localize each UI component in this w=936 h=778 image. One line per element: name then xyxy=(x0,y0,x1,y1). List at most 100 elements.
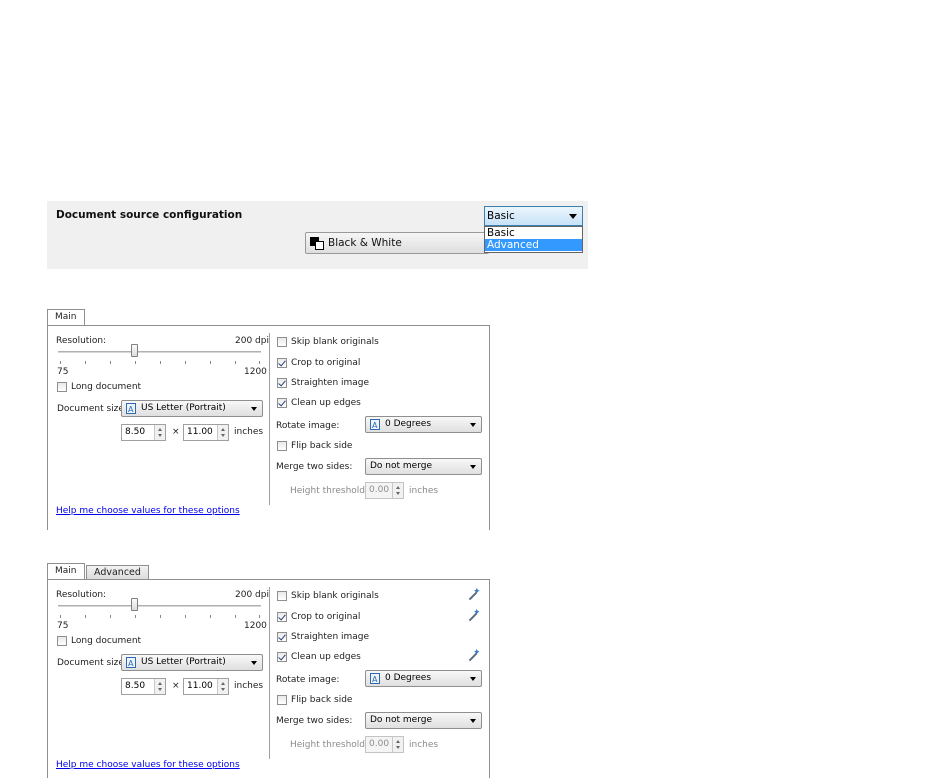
crop-label: Crop to original xyxy=(291,612,361,622)
slider-tick xyxy=(110,361,111,364)
tab-main[interactable]: Main xyxy=(47,309,85,326)
merge-select[interactable]: Do not merge xyxy=(365,712,482,729)
mode-dropdown-list: Basic Advanced xyxy=(484,226,583,253)
slider-max-label: 1200 xyxy=(244,367,267,377)
tab-main[interactable]: Main xyxy=(47,563,85,580)
document-size-value: US Letter (Portrait) xyxy=(141,657,226,667)
long-document-label: Long document xyxy=(71,636,142,646)
stepper-buttons[interactable] xyxy=(154,425,165,440)
width-stepper[interactable]: 8.50 xyxy=(121,424,166,441)
straighten-label: Straighten image xyxy=(291,378,370,388)
document-size-select[interactable]: US Letter (Portrait) xyxy=(121,654,263,671)
color-mode-button[interactable]: Black & White xyxy=(305,232,489,254)
height-threshold-stepper[interactable]: 0.00 xyxy=(365,482,404,499)
crop-checkbox[interactable] xyxy=(277,358,287,368)
rotate-select[interactable]: 0 Degrees xyxy=(365,416,482,433)
threshold-units-label: inches xyxy=(409,486,439,496)
rotate-select[interactable]: 0 Degrees xyxy=(365,670,482,687)
magic-wand-icon[interactable]: ✦ xyxy=(466,648,481,664)
config-title: Document source configuration xyxy=(56,209,243,221)
flip-back-checkbox[interactable] xyxy=(277,441,287,451)
stepper-buttons[interactable] xyxy=(154,679,165,694)
slider-tick xyxy=(185,615,186,618)
clean-edges-label: Clean up edges xyxy=(291,398,361,408)
mode-option-advanced[interactable]: Advanced xyxy=(485,239,582,251)
straighten-checkbox[interactable] xyxy=(277,378,287,388)
mode-option-basic[interactable]: Basic xyxy=(485,227,582,239)
slider-tick xyxy=(210,361,211,364)
stepper-buttons[interactable] xyxy=(217,425,228,440)
rotate-label: Rotate image: xyxy=(276,421,340,431)
chevron-down-icon xyxy=(470,423,476,427)
straighten-label: Straighten image xyxy=(291,632,370,642)
merge-label: Merge two sides: xyxy=(276,716,353,726)
height-stepper[interactable]: 11.00 xyxy=(183,424,229,441)
resolution-slider-thumb[interactable] xyxy=(131,344,138,357)
help-link[interactable]: Help me choose values for these options xyxy=(56,506,240,516)
rotate-label: Rotate image: xyxy=(276,675,340,685)
document-icon xyxy=(370,418,380,433)
height-threshold-label: Height threshold: xyxy=(290,486,369,496)
document-size-select[interactable]: US Letter (Portrait) xyxy=(121,400,263,417)
slider-tick xyxy=(185,361,186,364)
document-size-label: Document size: xyxy=(57,404,127,414)
stepper-buttons[interactable] xyxy=(392,737,403,752)
crop-label: Crop to original xyxy=(291,358,361,368)
column-divider xyxy=(269,333,270,505)
straighten-checkbox[interactable] xyxy=(277,632,287,642)
chevron-down-icon xyxy=(470,719,476,723)
mode-select-value: Basic xyxy=(487,210,515,222)
long-document-checkbox[interactable] xyxy=(57,636,67,646)
stepper-buttons[interactable] xyxy=(392,483,403,498)
slider-tick xyxy=(85,615,86,618)
long-document-checkbox[interactable] xyxy=(57,382,67,392)
width-value: 8.50 xyxy=(125,681,146,691)
merge-select[interactable]: Do not merge xyxy=(365,458,482,475)
height-stepper[interactable]: 11.00 xyxy=(183,678,229,695)
flip-back-label: Flip back side xyxy=(291,695,353,705)
skip-blank-label: Skip blank originals xyxy=(291,337,379,347)
skip-blank-label: Skip blank originals xyxy=(291,591,379,601)
resolution-label: Resolution: xyxy=(56,590,107,600)
slider-tick xyxy=(135,615,136,618)
tab-advanced[interactable]: Advanced xyxy=(86,565,149,580)
document-icon xyxy=(126,402,136,417)
chevron-down-icon xyxy=(251,407,257,411)
clean-edges-checkbox[interactable] xyxy=(277,398,287,408)
skip-blank-checkbox[interactable] xyxy=(277,337,287,347)
help-link[interactable]: Help me choose values for these options xyxy=(56,760,240,770)
slider-tick xyxy=(259,361,260,364)
flip-back-checkbox[interactable] xyxy=(277,695,287,705)
resolution-slider-track[interactable] xyxy=(58,605,261,607)
clean-edges-checkbox[interactable] xyxy=(277,652,287,662)
chevron-down-icon xyxy=(470,465,476,469)
black-white-icon xyxy=(310,237,324,250)
document-size-value: US Letter (Portrait) xyxy=(141,403,226,413)
magic-wand-icon[interactable]: ✦ xyxy=(466,587,481,603)
magic-wand-icon[interactable]: ✦ xyxy=(466,608,481,624)
slider-tick xyxy=(160,615,161,618)
height-threshold-stepper[interactable]: 0.00 xyxy=(365,736,404,753)
slider-tick xyxy=(160,361,161,364)
slider-tick xyxy=(259,615,260,618)
document-icon xyxy=(126,656,136,671)
slider-tick xyxy=(110,615,111,618)
mode-select[interactable]: Basic xyxy=(484,206,583,226)
resolution-value: 200 dpi xyxy=(235,590,269,600)
threshold-units-label: inches xyxy=(409,740,439,750)
width-stepper[interactable]: 8.50 xyxy=(121,678,166,695)
settings-panel-basic: Main Resolution: 200 dpi 75 1200 Long do… xyxy=(47,309,490,530)
merge-label: Merge two sides: xyxy=(276,462,353,472)
slider-min-label: 75 xyxy=(57,367,69,377)
stepper-buttons[interactable] xyxy=(217,679,228,694)
rotate-value: 0 Degrees xyxy=(385,673,432,683)
resolution-slider-thumb[interactable] xyxy=(131,598,138,611)
crop-checkbox[interactable] xyxy=(277,612,287,622)
merge-value: Do not merge xyxy=(370,461,432,471)
resolution-slider-track[interactable] xyxy=(58,351,261,353)
skip-blank-checkbox[interactable] xyxy=(277,591,287,601)
rotate-value: 0 Degrees xyxy=(385,419,432,429)
chevron-down-icon xyxy=(251,661,257,665)
slider-tick xyxy=(60,361,61,364)
slider-max-label: 1200 xyxy=(244,621,267,631)
